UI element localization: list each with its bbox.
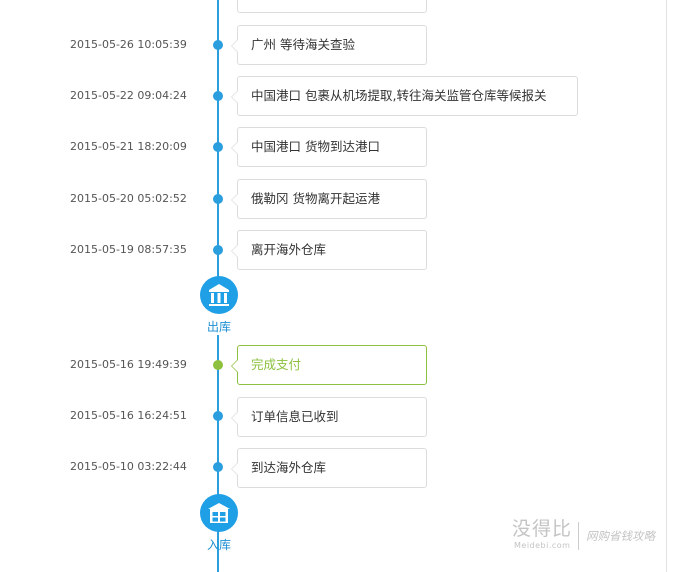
event-time: 2015-05-22 09:04:24 xyxy=(70,89,187,102)
event-description: 中国港口 包裹从机场提取,转往海关监管仓库等候报关 xyxy=(231,76,578,116)
timeline-dot xyxy=(213,142,223,152)
event-description: 到达海外仓库 xyxy=(231,448,427,488)
stage-label-out: 出库 xyxy=(206,320,231,334)
timeline-dot xyxy=(213,245,223,255)
event-description-highlight: 完成支付 xyxy=(231,345,427,385)
timeline-dot xyxy=(213,40,223,50)
event-time: 2015-05-26 10:05:39 xyxy=(70,38,187,51)
timeline-dot-highlight xyxy=(213,360,223,370)
timeline-dot xyxy=(213,194,223,204)
timeline-dot xyxy=(213,462,223,472)
watermark-logo-text: 没得比 xyxy=(512,518,573,540)
warehouse-in-icon xyxy=(200,494,238,532)
timeline-dot xyxy=(213,91,223,101)
stage-label-in: 入库 xyxy=(206,538,231,552)
event-description: 俄勒冈 货物离开起运港 xyxy=(231,179,427,219)
event-time: 2015-05-16 19:49:39 xyxy=(70,358,187,371)
watermark-divider xyxy=(578,522,579,550)
timeline-event-box-partial xyxy=(231,0,427,13)
watermark-domain: Meidebi.com xyxy=(514,541,571,550)
watermark: 没得比 Meidebi.com 网购省钱攻略 xyxy=(512,518,692,558)
event-time: 2015-05-20 05:02:52 xyxy=(70,192,187,205)
event-time: 2015-05-16 16:24:51 xyxy=(70,409,187,422)
event-time: 2015-05-19 08:57:35 xyxy=(70,243,187,256)
event-time: 2015-05-10 03:22:44 xyxy=(70,460,187,473)
content-right-border xyxy=(666,0,667,572)
warehouse-out-icon xyxy=(200,276,238,314)
event-time: 2015-05-21 18:20:09 xyxy=(70,140,187,153)
watermark-slogan: 网购省钱攻略 xyxy=(586,529,655,543)
event-description: 广州 等待海关查验 xyxy=(231,25,427,65)
event-description: 离开海外仓库 xyxy=(231,230,427,270)
event-description: 中国港口 货物到达港口 xyxy=(231,127,427,167)
event-description: 订单信息已收到 xyxy=(231,397,427,437)
timeline-dot xyxy=(213,411,223,421)
